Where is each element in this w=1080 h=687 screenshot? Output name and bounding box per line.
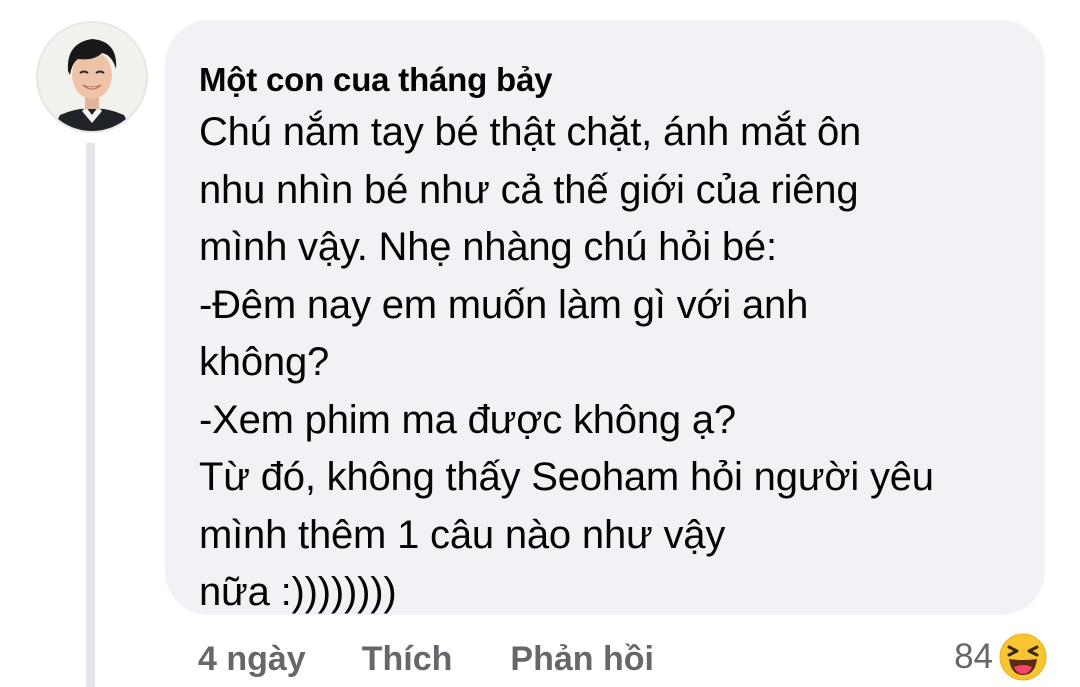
thread-line — [86, 143, 95, 687]
avatar[interactable] — [36, 21, 148, 133]
comment-text-line: Từ đó, không thấy Seoham hỏi người yêu — [199, 455, 934, 499]
reaction-count: 84 — [954, 637, 993, 676]
comment-text-line: -Xem phim ma được không ạ? — [199, 397, 736, 442]
comment-text-line: -Đêm nay em muốn làm gì với anh — [199, 282, 809, 327]
comment-timestamp[interactable]: 4 ngày — [198, 640, 306, 679]
reply-button[interactable]: Phản hồi — [510, 640, 654, 679]
like-button[interactable]: Thích — [362, 640, 453, 679]
comment-actions: 4 ngày Thích Phản hồi — [198, 636, 654, 682]
haha-emoji-icon — [999, 633, 1047, 681]
comment-text-line: Chú nắm tay bé thật chặt, ánh mắt ôn — [199, 110, 862, 154]
comment-text-line: mình vậy. Nhẹ nhàng chú hỏi bé: — [199, 225, 777, 269]
comment-bubble: Một con cua tháng bảy Chú nắm tay bé thậ… — [165, 20, 1045, 615]
comment-text-line: mình thêm 1 câu nào như vậy — [199, 512, 726, 557]
comment-text-line: nhu nhìn bé như cả thế giới của riêng — [199, 167, 859, 212]
reaction-summary[interactable]: 84 — [954, 630, 1047, 684]
comment-text-line: nữa :)))))))) — [199, 570, 397, 614]
comment-author[interactable]: Một con cua tháng bảy — [199, 58, 1025, 102]
comment-text: Chú nắm tay bé thật chặt, ánh mắt ôn nhu… — [199, 104, 1025, 622]
comment-text-line: không? — [199, 340, 330, 384]
